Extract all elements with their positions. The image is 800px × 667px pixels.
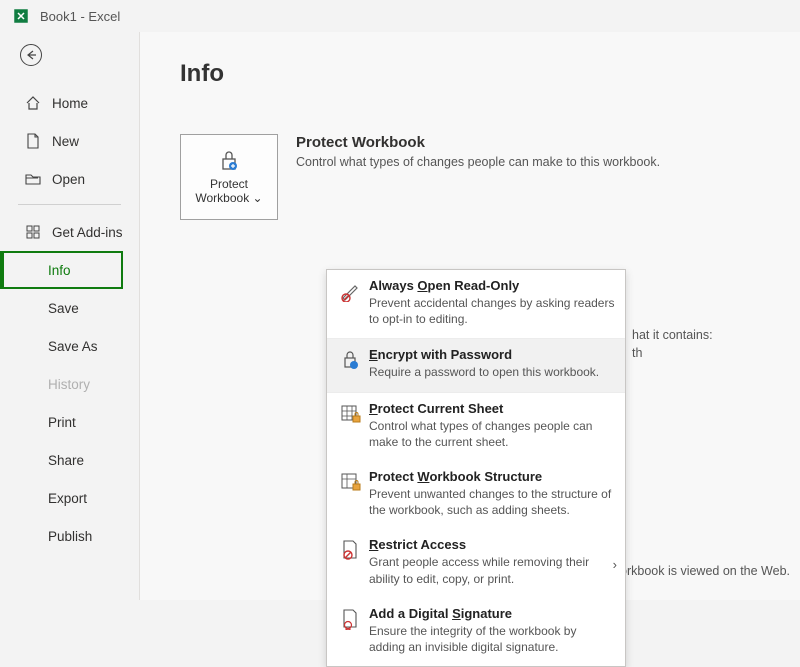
nav-new[interactable]: New: [0, 122, 139, 160]
nav-publish-label: Publish: [48, 529, 92, 544]
backstage: Home New Open Get Add-ins Info Save Save…: [0, 32, 800, 600]
nav-export-label: Export: [48, 491, 87, 506]
nav-print[interactable]: Print: [0, 403, 139, 441]
workbook-lock-icon: [340, 471, 362, 493]
signature-icon: [340, 608, 362, 630]
back-arrow-icon: [25, 49, 37, 61]
sheet-lock-icon: [340, 403, 362, 425]
dd-protect-sheet[interactable]: Protect Current Sheet Control what types…: [327, 392, 625, 461]
protect-workbook-dropdown: Always Open Read-Only Prevent accidental…: [326, 269, 626, 667]
nav-share-label: Share: [48, 453, 84, 468]
restrict-icon: [340, 539, 362, 561]
nav-home-label: Home: [52, 96, 88, 111]
background-text-2: orkbook is viewed on the Web.: [620, 564, 790, 578]
nav-history: History: [0, 365, 139, 403]
nav-print-label: Print: [48, 415, 76, 430]
nav-publish[interactable]: Publish: [0, 517, 139, 555]
lock-key-icon: [340, 349, 362, 371]
nav-saveas[interactable]: Save As: [0, 327, 139, 365]
nav-info[interactable]: Info: [0, 251, 123, 289]
dd-protect-structure[interactable]: Protect Workbook Structure Prevent unwan…: [327, 461, 625, 529]
protect-tile-line2: Workbook ⌄: [195, 191, 262, 205]
protect-title: Protect Workbook: [296, 134, 660, 151]
nav-save-label: Save: [48, 301, 79, 316]
protect-desc: Control what types of changes people can…: [296, 155, 660, 169]
dd-digital-signature[interactable]: Add a Digital Signature Ensure the integ…: [327, 598, 625, 666]
nav-new-label: New: [52, 134, 79, 149]
chevron-down-icon: ⌄: [253, 191, 263, 205]
nav-addins-label: Get Add-ins: [52, 225, 123, 240]
excel-logo-icon: [12, 7, 30, 25]
back-button[interactable]: [20, 44, 42, 66]
addins-icon: [24, 225, 42, 239]
nav-open-label: Open: [52, 172, 85, 187]
nav-export[interactable]: Export: [0, 479, 139, 517]
window-title: Book1 - Excel: [40, 9, 120, 24]
nav-divider: [18, 204, 121, 205]
open-icon: [24, 172, 42, 186]
nav-history-label: History: [48, 377, 90, 392]
nav-home[interactable]: Home: [0, 84, 139, 122]
protect-workbook-button[interactable]: Protect Workbook ⌄: [180, 134, 278, 220]
sidebar: Home New Open Get Add-ins Info Save Save…: [0, 32, 140, 600]
nav-addins[interactable]: Get Add-ins: [0, 213, 139, 251]
nav-open[interactable]: Open: [0, 160, 139, 198]
nav-info-label: Info: [48, 263, 71, 278]
content-pane: Info Protect Workbook ⌄ Protect Workbook…: [140, 32, 800, 600]
titlebar: Book1 - Excel: [0, 0, 800, 32]
nav-share[interactable]: Share: [0, 441, 139, 479]
nav-save[interactable]: Save: [0, 289, 139, 327]
dd-open-read-only[interactable]: Always Open Read-Only Prevent accidental…: [327, 270, 625, 338]
page-heading: Info: [180, 60, 780, 88]
lock-icon: [217, 149, 241, 171]
pencil-readonly-icon: [340, 280, 362, 302]
new-icon: [24, 133, 42, 149]
protect-description: Protect Workbook Control what types of c…: [296, 134, 660, 169]
chevron-right-icon: ›: [613, 557, 617, 572]
protect-tile-line1: Protect: [210, 177, 248, 191]
home-icon: [24, 95, 42, 111]
protect-block: Protect Workbook ⌄ Protect Workbook Cont…: [180, 134, 780, 220]
nav-saveas-label: Save As: [48, 339, 98, 354]
dd-restrict-access[interactable]: Restrict Access Grant people access whil…: [327, 529, 625, 597]
dd-encrypt-password[interactable]: Encrypt with Password Require a password…: [327, 338, 625, 391]
